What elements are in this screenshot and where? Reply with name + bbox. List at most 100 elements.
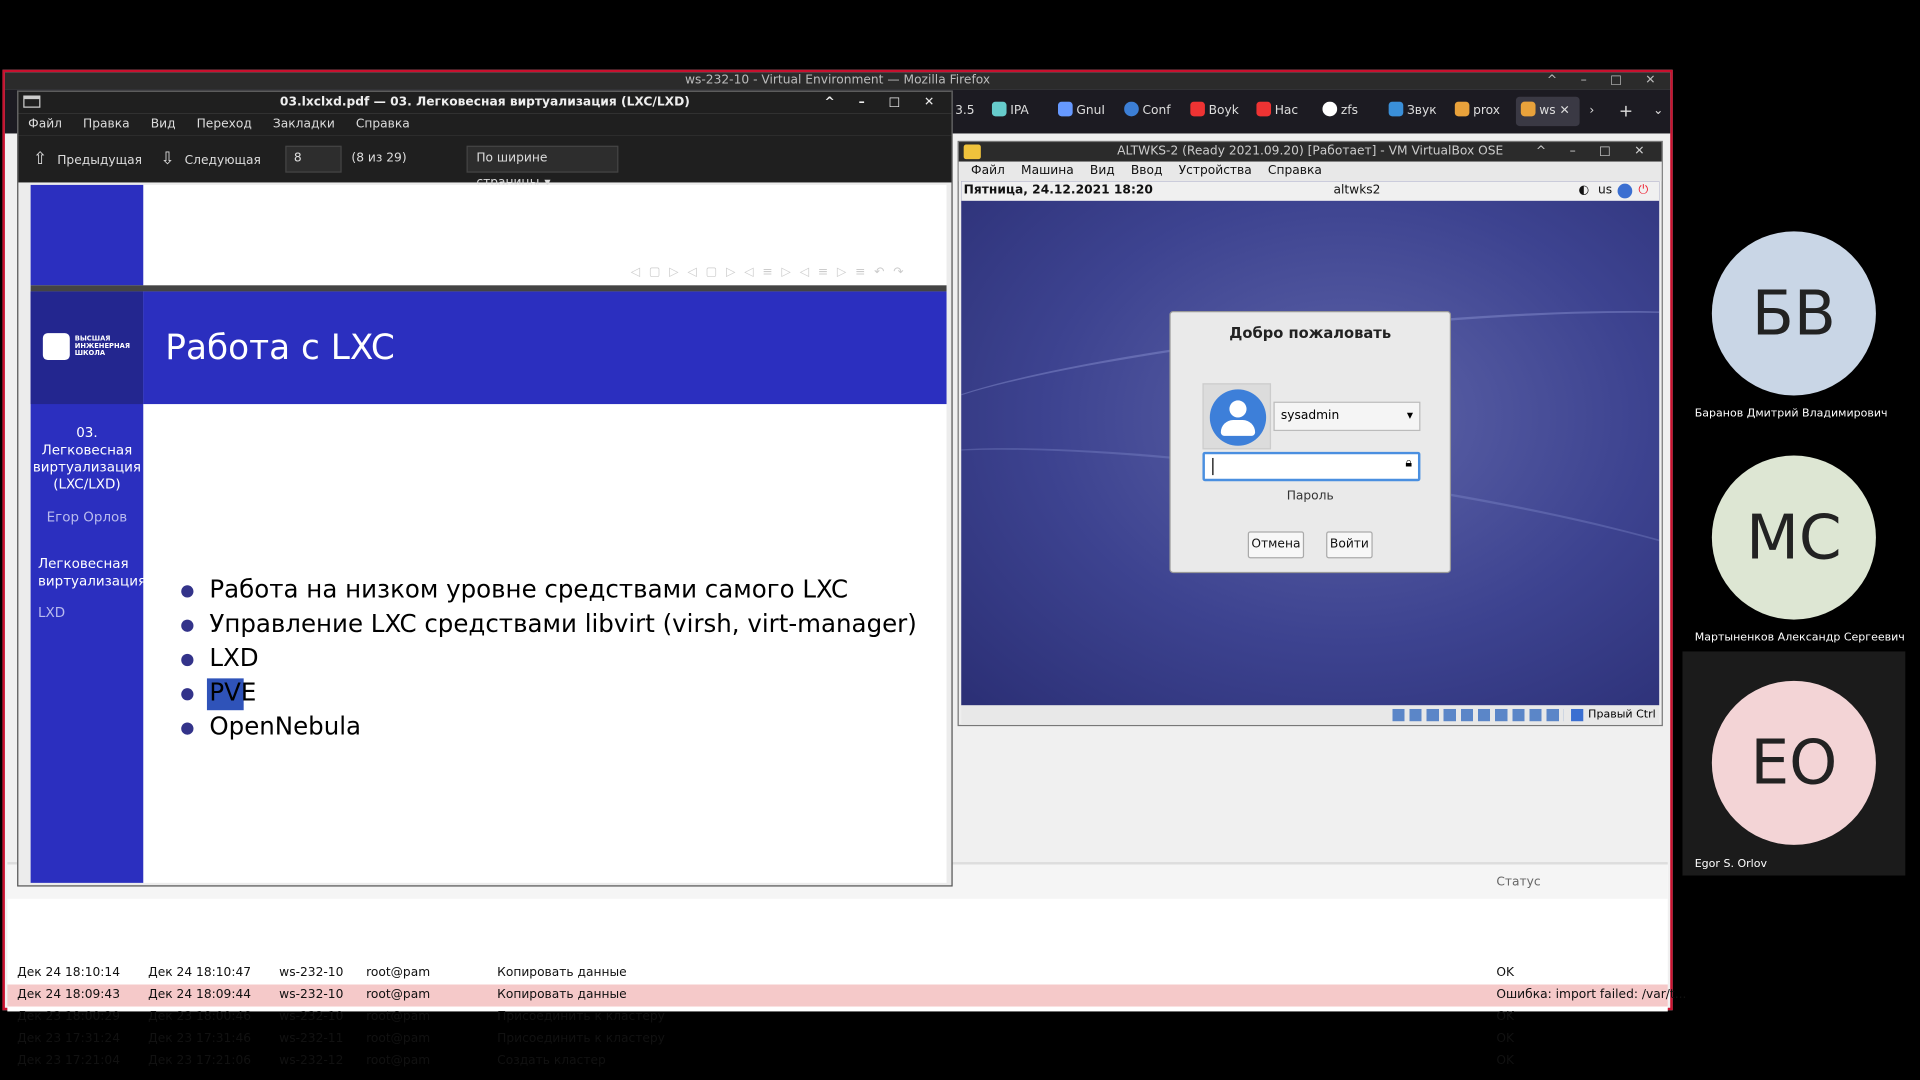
tab-list-icon[interactable]: ⌄ <box>1653 102 1670 122</box>
task-log-cell-status: OK <box>1496 1032 1515 1046</box>
menu-go[interactable]: Переход <box>197 118 252 131</box>
chevron-down-icon: ▾ <box>1406 408 1414 423</box>
task-log-cell-node: ws-232-10 <box>279 966 344 980</box>
tab-active[interactable]: ws ✕ <box>1515 96 1580 127</box>
task-log-cell-status: Ошибка: import failed: /var/t... <box>1496 988 1687 1002</box>
participant-name: Баранов Дмитрий Владимирович <box>1694 407 1888 421</box>
task-log-cell-start: Дек 24 18:09:43 <box>17 988 121 1002</box>
user-avatar <box>1202 383 1272 450</box>
task-log-cell-node: ws-232-10 <box>279 988 344 1002</box>
participant-name: Мартыненков Александр Сергеевич <box>1694 631 1905 645</box>
tab-favicon-icon <box>1454 101 1470 117</box>
tab[interactable]: Звук <box>1388 101 1445 122</box>
power-icon[interactable]: ⏻ <box>1638 181 1648 201</box>
menu-input[interactable]: Ввод <box>1131 164 1163 177</box>
task-log-row[interactable]: Дек 23 18:00:29 Дек 23 18:00:46 ws-232-10 r… <box>7 1007 1667 1029</box>
task-log-cell-desc: Создать кластер <box>497 1054 606 1068</box>
task-log-cell-end: Дек 23 17:31:46 <box>148 1032 252 1046</box>
menu-view[interactable]: Вид <box>151 118 176 131</box>
sidebar-nav-current[interactable]: Легковесная виртуализация <box>31 556 146 590</box>
okular-title: 03.lxclxd.pdf — 03. Легковесная виртуали… <box>279 95 690 109</box>
sidebar-section: 03. Легковесная виртуализация (LXC/LXD) <box>32 424 141 493</box>
tab[interactable]: Нас <box>1256 101 1312 122</box>
task-log-row[interactable]: Дек 23 17:21:04 Дек 23 17:21:06 ws-232-12 r… <box>7 1051 1667 1073</box>
accessibility-person-icon[interactable] <box>1617 183 1633 199</box>
participant-name: Egor S. Orlov <box>1694 858 1767 871</box>
task-log-cell-desc: Копировать данные <box>497 988 627 1002</box>
virtualbox-icon <box>963 144 981 160</box>
accessibility-icon[interactable]: ◐ <box>1578 181 1589 201</box>
login-dialog: Добро пожаловать sysadmin ▾ 🔒︎ Пароль От <box>1169 311 1452 574</box>
tab[interactable]: GnuI <box>1057 101 1114 122</box>
password-input[interactable]: 🔒︎ <box>1202 451 1421 482</box>
task-log-row[interactable]: Дек 24 18:09:43 Дек 24 18:09:44 ws-232-10 r… <box>7 984 1686 1007</box>
text-cursor <box>1212 457 1214 476</box>
logo-text: ВЫСШАЯ ИНЖЕНЕРНАЯ ШКОЛА <box>74 335 131 358</box>
vm-screen[interactable]: Пятница, 24.12.2021 18:20 altwks2 ◐ us ⏻… <box>961 181 1660 706</box>
task-log-row[interactable]: Дек 24 18:10:14 Дек 24 18:10:47 ws-232-10 r… <box>7 962 1667 984</box>
window-controls[interactable]: ^ – □ ✕ <box>1536 142 1654 162</box>
zoom-select[interactable]: По ширине страницы ▾ <box>466 145 619 190</box>
tab[interactable]: IPA <box>991 101 1048 122</box>
host-key-icon <box>1571 708 1584 722</box>
task-log-cell-status: OK <box>1496 1010 1515 1024</box>
slide-title: Работа с LXC <box>143 291 947 405</box>
keyboard-layout[interactable]: us <box>1598 181 1612 201</box>
task-log-cell-user: root@pam <box>366 1054 431 1068</box>
menu-help[interactable]: Справка <box>1268 164 1322 177</box>
task-log-cell-start: Дек 24 18:10:14 <box>17 966 121 980</box>
tab-scroll-right-icon[interactable]: › <box>1589 102 1604 122</box>
task-log-cell-status: OK <box>1496 966 1515 980</box>
window-controls[interactable]: ^ – □ ✕ <box>1547 72 1665 89</box>
vm-datetime: Пятница, 24.12.2021 18:20 <box>963 183 1153 198</box>
new-tab-icon[interactable]: + <box>1619 102 1636 122</box>
arrow-down-icon: ⇩ <box>160 149 175 169</box>
sidebar-nav-next[interactable]: LXD <box>31 605 144 622</box>
task-log-cell-end: Дек 23 18:00:46 <box>148 1010 252 1024</box>
okular-toolbar: ⇧ Предыдущая ⇩ Следующая 8 (8 из 29) По ши… <box>18 135 952 190</box>
tab[interactable]: 3.5 <box>955 102 984 122</box>
firefox-title-bar: ws-232-10 - Virtual Environment — Mozill… <box>4 72 1671 90</box>
cancel-button[interactable]: Отмена <box>1247 531 1305 559</box>
task-log-cell-status: OK <box>1496 1054 1515 1068</box>
tab-favicon-icon <box>1520 101 1536 117</box>
next-page-button[interactable]: ⇩ Следующая <box>160 148 261 170</box>
previous-page-button[interactable]: ⇧ Предыдущая <box>33 148 142 170</box>
logo-block: ВЫСШАЯ ИНЖЕНЕРНАЯ ШКОЛА <box>30 291 144 405</box>
menu-file[interactable]: Файл <box>971 164 1005 177</box>
menu-help[interactable]: Справка <box>356 118 410 131</box>
page-number-input[interactable]: 8 <box>285 145 342 173</box>
vm-top-panel: Пятница, 24.12.2021 18:20 altwks2 ◐ us ⏻ <box>961 181 1660 201</box>
menu-view[interactable]: Вид <box>1090 164 1115 177</box>
page-count: (8 из 29) <box>351 151 407 166</box>
virtualbox-title: ALTWKS-2 (Ready 2021.09.20) [Работает] -… <box>1117 144 1504 158</box>
slide-sidebar-prev <box>30 184 144 286</box>
tab[interactable]: Boyk <box>1190 101 1246 122</box>
tab[interactable]: zfs <box>1322 101 1378 122</box>
device-status-icons[interactable] <box>1392 708 1564 722</box>
virtualbox-menu-bar: Файл Машина Вид Ввод Устройства Справка <box>958 161 1662 182</box>
menu-edit[interactable]: Правка <box>83 118 130 131</box>
bullet-item: LXD <box>181 642 259 673</box>
task-log-row[interactable]: Дек 23 17:31:24 Дек 23 17:31:46 ws-232-11 r… <box>7 1029 1667 1051</box>
pdf-page: ◁ ▢ ▷ ◁ ▢ ▷ ◁ ≡ ▷ ◁ ≡ ▷ ≡ ↶ ↷ ВЫСШАЯ ИНЖ… <box>30 184 947 883</box>
host-key-label: Правый Ctrl <box>1588 708 1656 722</box>
user-select[interactable]: sysadmin ▾ <box>1273 401 1421 432</box>
participant-avatar[interactable]: МС <box>1711 455 1876 620</box>
virtualbox-window: ALTWKS-2 (Ready 2021.09.20) [Работает] -… <box>957 140 1663 727</box>
task-log-cell-user: root@pam <box>366 966 431 980</box>
login-button[interactable]: Войти <box>1326 531 1373 559</box>
menu-machine[interactable]: Машина <box>1021 164 1074 177</box>
task-log-cell-node: ws-232-11 <box>279 1032 344 1046</box>
menu-file[interactable]: Файл <box>28 118 62 131</box>
menu-devices[interactable]: Устройства <box>1179 164 1252 177</box>
participant-avatar[interactable]: ЕО <box>1711 680 1876 845</box>
tab-favicon-icon <box>1190 101 1205 117</box>
participant-avatar[interactable]: БВ <box>1711 231 1876 396</box>
tab[interactable]: prox <box>1454 101 1511 122</box>
window-controls[interactable]: ^ – □ ✕ <box>825 92 945 114</box>
tab[interactable]: Conf <box>1124 101 1180 122</box>
bullet-item: Работа на низком уровне средствами самог… <box>181 574 849 604</box>
status-column-header[interactable]: Статус <box>1496 876 1540 889</box>
menu-bookmarks[interactable]: Закладки <box>273 118 335 131</box>
